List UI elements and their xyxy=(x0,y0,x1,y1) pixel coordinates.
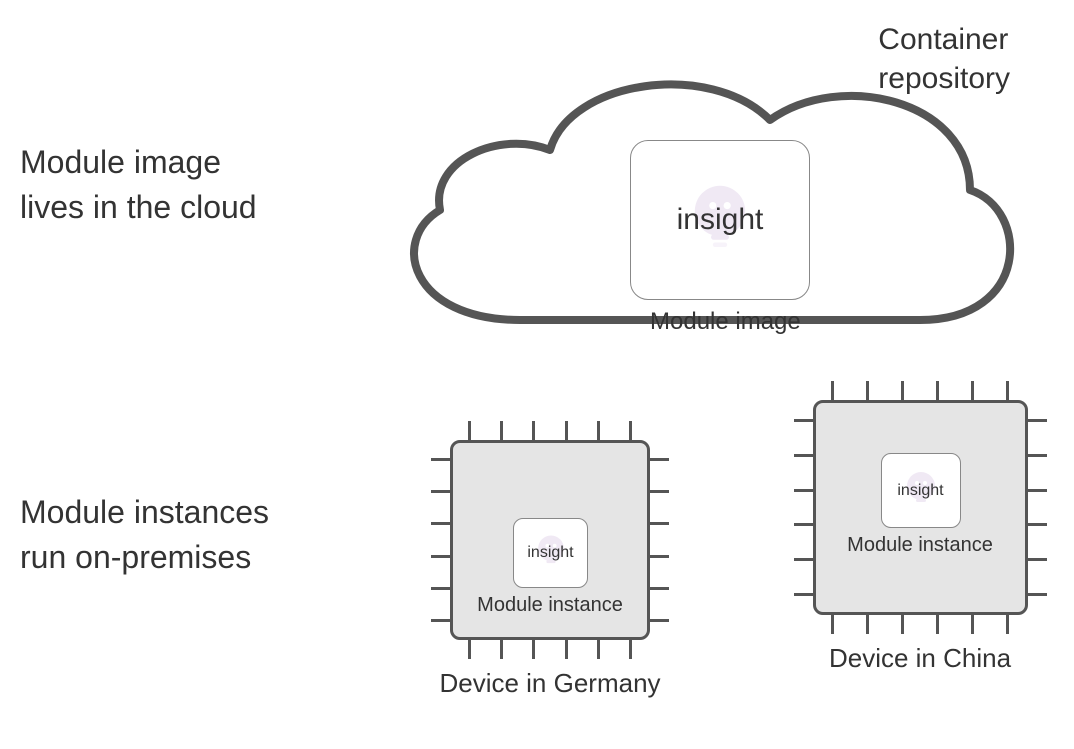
chip-pins-top xyxy=(816,381,1025,403)
device-label: Device in China xyxy=(790,643,1050,674)
module-image-caption: Module image xyxy=(370,308,1070,336)
chip-pins-right xyxy=(647,443,669,637)
cloud-region: Container repository insight Module imag… xyxy=(370,20,1050,350)
chip-pins-right xyxy=(1025,403,1047,612)
chip-pins-bottom xyxy=(453,637,647,659)
module-image-insight: insight xyxy=(677,203,764,237)
chip-icon: insight Module instance xyxy=(813,400,1028,615)
device-china: insight Module instance Device in China xyxy=(790,400,1050,674)
chip-pins-bottom xyxy=(816,612,1025,634)
chip-pins-top xyxy=(453,421,647,443)
chip-pins-left xyxy=(431,443,453,637)
module-instance-box: insight xyxy=(881,453,961,528)
onprem-desc-line1: Module instances xyxy=(20,494,269,530)
cloud-desc-line2: lives in the cloud xyxy=(20,189,257,225)
module-instance-box: insight xyxy=(513,518,588,588)
cloud-description: Module image lives in the cloud xyxy=(20,140,257,230)
module-instance-caption: Module instance xyxy=(453,594,647,617)
module-image-box: insight xyxy=(630,140,810,300)
chip-pins-left xyxy=(794,403,816,612)
device-germany: insight Module instance Device in German… xyxy=(420,440,680,699)
module-instance-insight: insight xyxy=(897,482,943,500)
chip-icon: insight Module instance xyxy=(450,440,650,640)
module-instance-insight: insight xyxy=(527,544,573,562)
onprem-description: Module instances run on-premises xyxy=(20,490,269,580)
diagram-canvas: Module image lives in the cloud Module i… xyxy=(0,0,1074,749)
onprem-desc-line2: run on-premises xyxy=(20,539,251,575)
device-label: Device in Germany xyxy=(420,668,680,699)
module-instance-caption: Module instance xyxy=(816,534,1025,557)
cloud-desc-line1: Module image xyxy=(20,144,221,180)
